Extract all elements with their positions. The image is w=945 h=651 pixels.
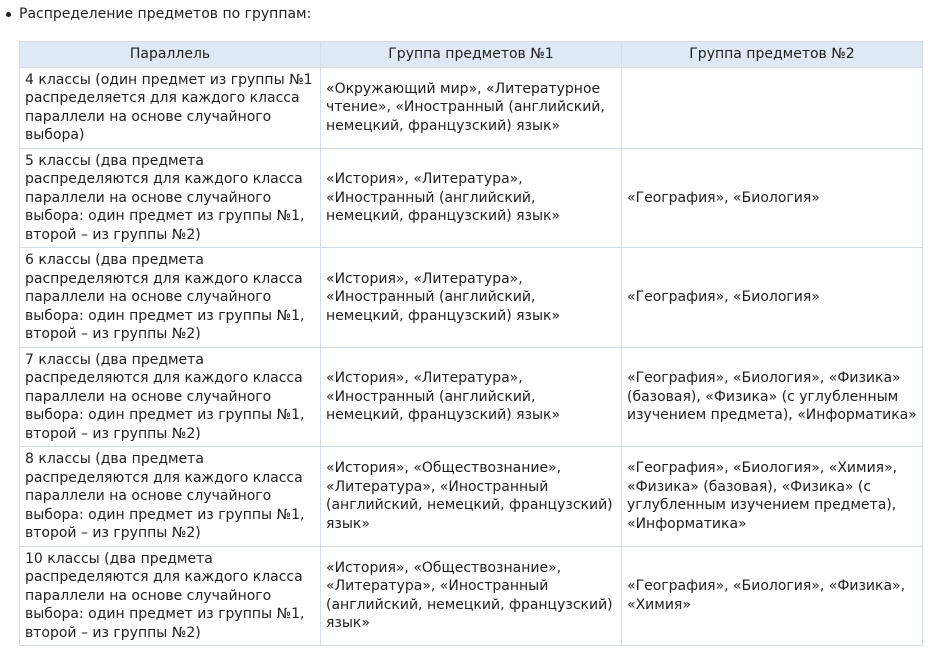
header-group-2: Группа предметов №2 [621,41,923,68]
cell-parallel: 5 классы (два предмета распределяются дл… [19,147,321,248]
table-header-row: Параллель Группа предметов №1 Группа пре… [19,41,923,68]
bullet-text: Распределение предметов по группам: [19,6,312,22]
cell-parallel: 7 классы (два предмета распределяются дл… [19,346,321,447]
clipped-bottom-text [19,643,419,651]
cell-group-2: «География», «Биология» [621,247,923,348]
cell-parallel: 6 классы (два предмета распределяются дл… [19,247,321,348]
bullet-item: Распределение предметов по группам: [6,4,311,24]
cell-parallel: 4 классы (один предмет из группы №1 расп… [19,66,321,149]
clipped-top-text [170,0,310,2]
cell-group-2: «География», «Биология», «Физика» (базов… [621,346,923,447]
header-group-1: Группа предметов №1 [320,41,622,68]
cell-group-1: «История», «Обществознание», «Литература… [320,545,622,646]
table-row: 8 классы (два предмета распределяются дл… [19,446,923,547]
table-row: 10 классы (два предмета распределяются д… [19,545,923,646]
cell-group-1: «История», «Литература», «Иностранный (а… [320,247,622,348]
table-row: 7 классы (два предмета распределяются дл… [19,346,923,447]
table-row: 5 классы (два предмета распределяются дл… [19,147,923,248]
bullet-marker [6,11,11,17]
cell-group-2: «География», «Биология», «Физика», «Хими… [621,545,923,646]
cell-group-1: «История», «Обществознание», «Литература… [320,446,622,547]
cell-group-1: «Окружающий мир», «Литературное чтение»,… [320,66,622,149]
cell-group-2 [621,66,923,149]
subject-groups-table: Параллель Группа предметов №1 Группа пре… [19,41,923,646]
cell-group-1: «История», «Литература», «Иностранный (а… [320,346,622,447]
cell-group-2: «География», «Биология», «Химия», «Физик… [621,446,923,547]
cell-group-1: «История», «Литература», «Иностранный (а… [320,147,622,248]
cell-parallel: 10 классы (два предмета распределяются д… [19,545,321,646]
cell-parallel: 8 классы (два предмета распределяются дл… [19,446,321,547]
table-row: 4 классы (один предмет из группы №1 расп… [19,66,923,149]
header-parallel: Параллель [19,41,321,68]
cell-group-2: «География», «Биология» [621,147,923,248]
table-row: 6 классы (два предмета распределяются дл… [19,247,923,348]
